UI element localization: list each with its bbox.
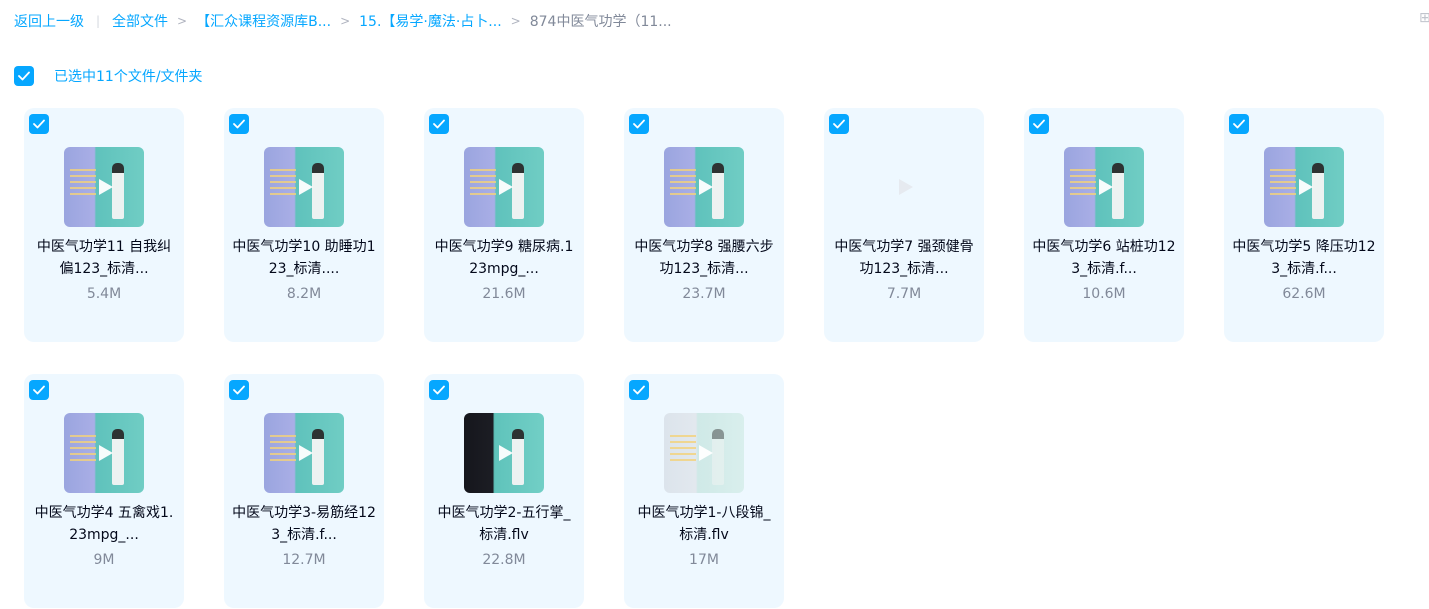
file-card[interactable]: 中医气功学11 自我纠偏123_标清... 5.4M: [24, 108, 184, 342]
file-checkbox[interactable]: [629, 380, 649, 400]
file-size: 21.6M: [482, 286, 526, 302]
file-size: 23.7M: [682, 286, 726, 302]
check-icon: [633, 119, 645, 129]
check-icon: [233, 119, 245, 129]
file-name: 中医气功学7 强颈健骨功123_标清...: [834, 239, 974, 277]
play-icon: [899, 179, 913, 195]
video-thumbnail[interactable]: [264, 147, 344, 227]
check-icon: [633, 385, 645, 395]
check-icon: [433, 119, 445, 129]
file-name: 中医气功学10 助睡功123_标清....: [232, 239, 376, 277]
check-icon: [833, 119, 845, 129]
file-checkbox[interactable]: [829, 114, 849, 134]
file-size: 22.8M: [482, 552, 526, 568]
video-thumbnail[interactable]: [64, 147, 144, 227]
play-icon: [1299, 179, 1313, 195]
play-icon: [299, 179, 313, 195]
video-thumbnail[interactable]: [864, 147, 944, 227]
play-icon: [99, 445, 113, 461]
breadcrumb: 返回上一级 | 全部文件 > 【汇众课程资源库B... > 15.【易学·魔法·…: [14, 11, 672, 31]
video-thumbnail[interactable]: [464, 413, 544, 493]
video-thumbnail[interactable]: [1264, 147, 1344, 227]
play-icon: [699, 179, 713, 195]
check-icon: [33, 119, 45, 129]
check-icon: [233, 385, 245, 395]
video-thumbnail[interactable]: [64, 413, 144, 493]
video-thumbnail[interactable]: [664, 413, 744, 493]
file-name: 中医气功学2-五行掌_标清.flv: [437, 505, 571, 543]
file-card[interactable]: 中医气功学3-易筋经123_标清.f... 12.7M: [224, 374, 384, 608]
selection-bar: 已选中11个文件/文件夹: [14, 66, 203, 86]
file-card[interactable]: 中医气功学5 降压功123_标清.f... 62.6M: [1224, 108, 1384, 342]
file-size: 5.4M: [86, 286, 122, 302]
file-card[interactable]: 中医气功学6 站桩功123_标清.f... 10.6M: [1024, 108, 1184, 342]
file-name: 中医气功学6 站桩功123_标清.f...: [1032, 239, 1176, 277]
play-icon: [699, 445, 713, 461]
file-name: 中医气功学1-八段锦_标清.flv: [637, 505, 771, 543]
file-checkbox[interactable]: [29, 114, 49, 134]
chevron-right-icon: >: [340, 14, 351, 28]
file-name: 中医气功学9 糖尿病.123mpg_...: [434, 239, 574, 277]
file-card[interactable]: 中医气功学4 五禽戏1.23mpg_... 9M: [24, 374, 184, 608]
file-size: 10.6M: [1082, 286, 1126, 302]
file-checkbox[interactable]: [429, 114, 449, 134]
chevron-right-icon: >: [510, 14, 521, 28]
file-size: 17M: [689, 552, 719, 568]
breadcrumb-item-course-library[interactable]: 【汇众课程资源库B...: [196, 11, 331, 31]
select-all-checkbox[interactable]: [14, 66, 34, 86]
play-icon: [1099, 179, 1113, 195]
file-name: 中医气功学8 强腰六步功123_标清...: [634, 239, 774, 277]
file-name: 中医气功学5 降压功123_标清.f...: [1232, 239, 1376, 277]
file-name: 中医气功学4 五禽戏1.23mpg_...: [34, 505, 174, 543]
view-toggle-icon[interactable]: ⊞: [1419, 10, 1429, 30]
video-thumbnail[interactable]: [664, 147, 744, 227]
file-size: 9M: [93, 552, 115, 568]
file-card[interactable]: 中医气功学8 强腰六步功123_标清... 23.7M: [624, 108, 784, 342]
video-thumbnail[interactable]: [464, 147, 544, 227]
file-card[interactable]: 中医气功学1-八段锦_标清.flv 17M: [624, 374, 784, 608]
file-card[interactable]: 中医气功学9 糖尿病.123mpg_... 21.6M: [424, 108, 584, 342]
file-name: 中医气功学3-易筋经123_标清.f...: [232, 505, 376, 543]
check-icon: [18, 71, 30, 81]
play-icon: [299, 445, 313, 461]
file-checkbox[interactable]: [429, 380, 449, 400]
file-size: 7.7M: [886, 286, 922, 302]
back-link[interactable]: 返回上一级: [14, 11, 84, 31]
file-size: 62.6M: [1282, 286, 1326, 302]
selection-count-label: 已选中11个文件/文件夹: [54, 69, 203, 85]
play-icon: [499, 179, 513, 195]
file-size: 12.7M: [282, 552, 326, 568]
file-name: 中医气功学11 自我纠偏123_标清...: [36, 239, 172, 277]
check-icon: [433, 385, 445, 395]
check-icon: [33, 385, 45, 395]
chevron-right-icon: >: [177, 14, 188, 28]
file-card[interactable]: 中医气功学7 强颈健骨功123_标清... 7.7M: [824, 108, 984, 342]
breadcrumb-item-current-folder: 874中医气功学（11...: [529, 14, 672, 30]
file-checkbox[interactable]: [1229, 114, 1249, 134]
file-card[interactable]: 中医气功学10 助睡功123_标清.... 8.2M: [224, 108, 384, 342]
breadcrumb-divider: |: [96, 14, 101, 28]
file-checkbox[interactable]: [29, 380, 49, 400]
file-checkbox[interactable]: [229, 380, 249, 400]
file-grid: 中医气功学11 自我纠偏123_标清... 5.4M 中医气功学10 助睡功123_…: [24, 108, 1384, 608]
video-thumbnail[interactable]: [1064, 147, 1144, 227]
file-checkbox[interactable]: [629, 114, 649, 134]
file-size: 8.2M: [286, 286, 322, 302]
file-checkbox[interactable]: [1029, 114, 1049, 134]
file-card[interactable]: 中医气功学2-五行掌_标清.flv 22.8M: [424, 374, 584, 608]
video-thumbnail[interactable]: [264, 413, 344, 493]
play-icon: [99, 179, 113, 195]
breadcrumb-item-all-files[interactable]: 全部文件: [112, 11, 168, 31]
check-icon: [1033, 119, 1045, 129]
check-icon: [1233, 119, 1245, 129]
breadcrumb-item-divination-folder[interactable]: 15.【易学·魔法·占卜...: [359, 11, 502, 31]
file-checkbox[interactable]: [229, 114, 249, 134]
play-icon: [499, 445, 513, 461]
